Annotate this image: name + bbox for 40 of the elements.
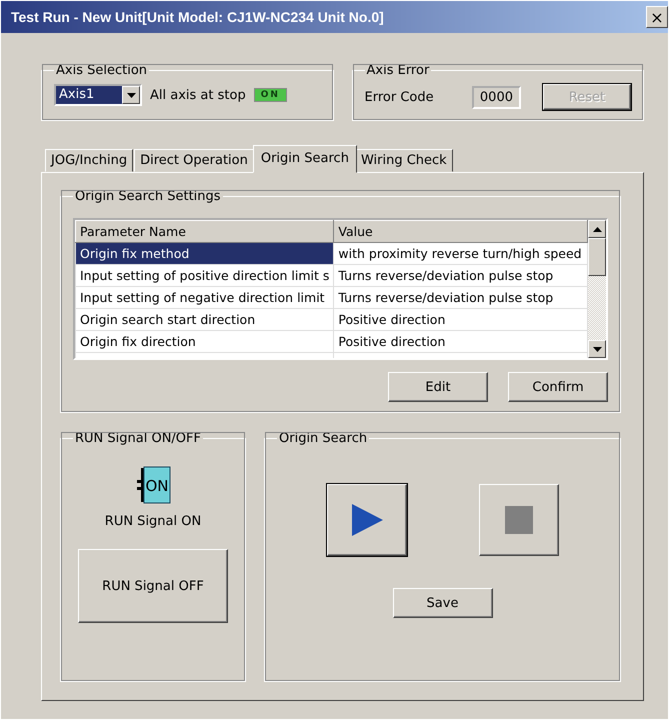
axis-dropdown[interactable]: Axis1 [54, 84, 142, 106]
column-header: Value [334, 220, 588, 242]
table-cell[interactable]: Input setting of negative direction limit [76, 286, 334, 308]
table-cell[interactable]: with proximity reverse turn/high speed [334, 242, 588, 264]
run-signal-off-button[interactable]: RUN Signal OFF [78, 549, 228, 623]
stop-button[interactable] [478, 484, 558, 556]
tab[interactable]: Wiring Check [354, 149, 453, 172]
tab[interactable]: Direct Operation [134, 149, 254, 172]
table-cell[interactable]: Origin search start direction [76, 308, 334, 330]
table-cell[interactable]: Input setting of positive direction limit s [76, 264, 334, 286]
error-code-label: Error Code [364, 90, 434, 104]
table-cell[interactable]: Turns reverse/deviation pulse stop [334, 286, 588, 308]
close-button[interactable]: × [646, 6, 668, 28]
action-button[interactable]: Confirm [508, 372, 608, 402]
group-title: Origin Search [278, 431, 368, 446]
up-arrow-icon [592, 226, 602, 232]
table-cell[interactable]: Origin fix direction [76, 330, 334, 352]
group-title: Origin Search Settings [74, 189, 222, 204]
scrollbar[interactable] [588, 220, 606, 358]
action-button[interactable]: Edit [388, 372, 488, 402]
tab[interactable]: JOG/Inching [45, 149, 134, 172]
caret-icon [126, 92, 136, 98]
start-button[interactable] [326, 484, 406, 556]
table-cell[interactable]: Origin fix method [76, 242, 334, 264]
stop-icon [504, 506, 532, 534]
status-indicator: ON [254, 88, 287, 102]
play-icon [350, 503, 384, 537]
save-button[interactable]: Save [392, 588, 492, 618]
group-title: Axis Selection [55, 63, 148, 78]
tab[interactable]: Origin Search [252, 145, 357, 173]
column-header: Parameter Name [76, 220, 334, 242]
group-title: Axis Error [366, 63, 430, 78]
status-label: All axis at stop [150, 88, 246, 102]
table-cell[interactable]: Positive direction [334, 308, 588, 330]
error-code-field: 0000 [472, 86, 521, 108]
table-cell[interactable]: Turns reverse/deviation pulse stop [334, 264, 588, 286]
run-status-label: RUN Signal ON [104, 514, 202, 529]
down-arrow-icon [592, 346, 602, 352]
window-title: Test Run - New Unit[Unit Model: CJ1W-NC234 Unit No.0] [11, 9, 384, 25]
table-cell[interactable]: Positive direction [334, 330, 588, 352]
